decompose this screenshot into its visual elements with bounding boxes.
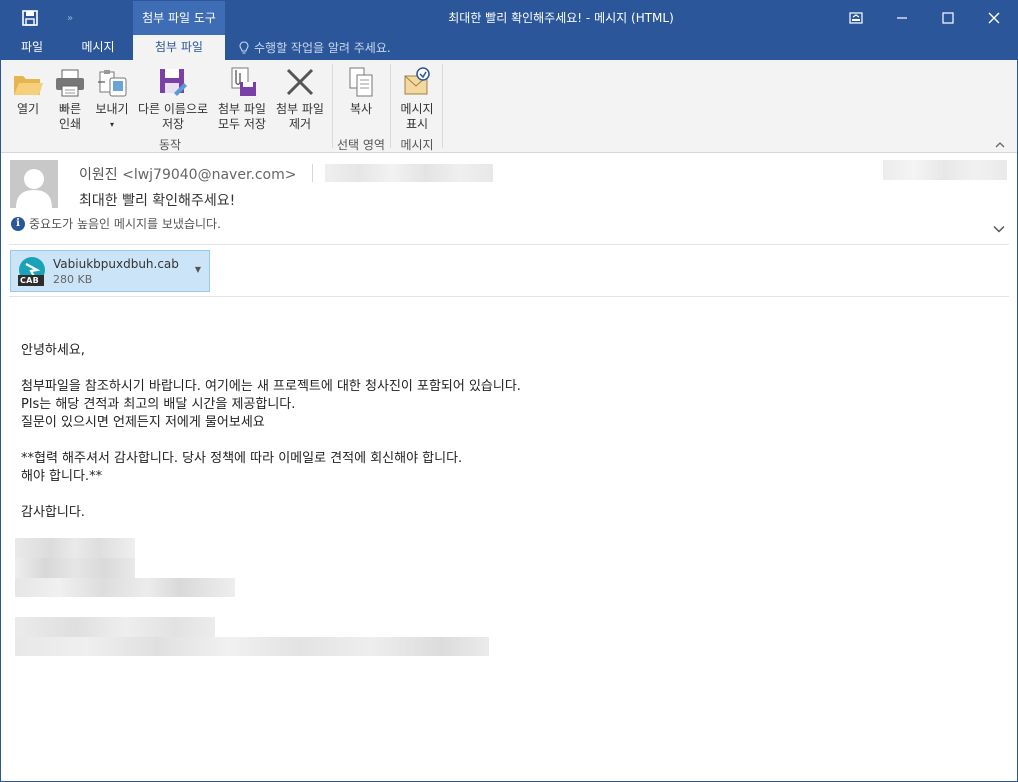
redacted-recipient [325,164,493,182]
save-as-icon [135,64,211,98]
quick-print-button[interactable]: 빠른 인쇄 [51,64,89,134]
collapse-ribbon-icon[interactable] [995,138,1005,151]
tab-message[interactable]: 메시지 [63,35,133,60]
save-all-attachments-button[interactable]: 첨부 파일 모두 저장 [213,64,271,134]
quick-access-toolbar: » [1,1,85,35]
attachment-divider-line [9,296,1009,297]
attachment-item[interactable]: CAB Vabiukbpuxdbuh.cab 280 KB ▼ [10,250,210,292]
window-controls [833,1,1017,35]
header-divider [312,164,313,182]
outlook-message-window: » 첨부 파일 도구 최대한 빨리 확인해주세요! - 메시지 (HTML) 파… [0,0,1018,782]
body-line: 해야 합니다.** [21,469,103,484]
cab-file-icon: CAB [17,257,47,287]
sender-name: 이원진 [79,167,118,183]
copy-button[interactable]: 복사 [337,64,385,134]
show-message-icon [395,64,439,98]
tell-me-text: 수행할 작업을 알려 주세요. [254,40,391,55]
show-message-button[interactable]: 메시지 표시 [395,64,439,134]
qat-customize-icon[interactable]: » [55,1,85,35]
open-button[interactable]: 열기 [9,64,47,134]
group-separator [390,64,391,148]
tab-attachments[interactable]: 첨부 파일 [133,35,225,60]
tab-file[interactable]: 파일 [7,35,57,60]
ribbon-display-options-icon[interactable] [833,1,879,35]
message-subject: 최대한 빨리 확인해주세요! [79,193,236,209]
ribbon: 열기 빠른 인쇄 보내기 ▾ 다른 이름으로 저장 첨부 파일 모두 저장 첨부… [1,60,1017,153]
title-bar: » 첨부 파일 도구 최대한 빨리 확인해주세요! - 메시지 (HTML) [1,1,1017,35]
save-all-attachments-icon [213,64,271,98]
minimize-icon[interactable] [879,1,925,35]
attachment-dropdown-icon[interactable]: ▼ [195,265,201,274]
importance-note: 중요도가 높음인 메시지를 보냈습니다. [29,217,221,231]
body-line: 첨부파일을 참조하시기 바랍니다. 여기에는 새 프로젝트에 대한 청사진이 포… [21,379,521,394]
send-to-icon [91,64,133,98]
body-greeting: 안녕하세요, [21,343,85,358]
remove-attachment-button[interactable]: 첨부 파일 제거 [271,64,329,134]
tell-me-search[interactable]: 수행할 작업을 알려 주세요. [239,35,391,60]
redacted-signature [15,578,235,597]
redacted-signature [15,617,215,637]
group-label-message: 메시지 [400,138,434,152]
redacted-signature [15,538,135,558]
expand-header-icon[interactable] [993,222,1005,236]
maximize-icon[interactable] [925,1,971,35]
remove-attachment-icon [271,64,329,98]
printer-icon [51,64,89,98]
attachment-size: 280 KB [53,273,93,286]
group-label-actions: 동작 [158,138,182,152]
sender-email: <lwj79040@naver.com> [122,167,297,183]
group-label-selection: 선택 영역 [337,138,385,152]
body-line: Pls는 해당 견적과 최고의 배달 시간을 제공합니다. [21,397,296,412]
message-body: 안녕하세요, 첨부파일을 참조하시기 바랍니다. 여기에는 새 프로젝트에 대한… [21,342,521,522]
lightbulb-icon [239,40,249,54]
ribbon-tabs: 파일 메시지 첨부 파일 수행할 작업을 알려 주세요. [1,35,1017,60]
send-to-button[interactable]: 보내기 ▾ [91,64,133,134]
window-title: 최대한 빨리 확인해주세요! - 메시지 (HTML) [448,11,674,25]
save-as-button[interactable]: 다른 이름으로 저장 [135,64,211,134]
header-divider-line [9,244,1009,245]
importance-info-bar: i 중요도가 높음인 메시지를 보냈습니다. [11,215,221,232]
redacted-date [883,160,1007,180]
redacted-signature [15,558,135,578]
attachment-name: Vabiukbpuxdbuh.cab [53,257,179,271]
avatar [10,160,58,208]
close-icon[interactable] [971,1,1017,35]
sender[interactable]: 이원진 <lwj79040@naver.com> [79,164,297,184]
folder-open-icon [9,64,47,98]
context-group-label: 첨부 파일 도구 [133,1,225,35]
reading-pane: 이원진 <lwj79040@naver.com> 최대한 빨리 확인해주세요! … [1,154,1017,781]
body-closing: 감사합니다. [21,505,85,520]
group-separator [442,64,443,148]
info-icon: i [11,216,25,231]
save-icon[interactable] [15,1,45,35]
copy-icon [337,64,385,98]
redacted-signature [15,637,489,656]
body-line: **협력 해주셔서 감사합니다. 당사 정책에 따라 이메일로 견적에 회신해야… [21,451,463,466]
body-line: 질문이 있으시면 언제든지 저에게 물어보세요 [21,415,265,430]
